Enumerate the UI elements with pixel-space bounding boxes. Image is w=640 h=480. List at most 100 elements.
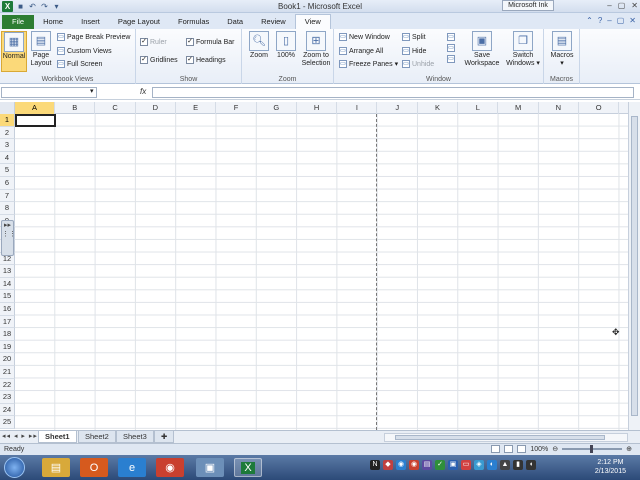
cell-grid[interactable] [15, 114, 628, 430]
workbook-close-icon[interactable]: ✕ [629, 16, 636, 25]
tray-icon-4[interactable]: ◉ [409, 460, 419, 470]
active-cell[interactable] [15, 114, 56, 127]
row-header[interactable]: 15 [0, 290, 15, 303]
file-explorer-icon[interactable]: ▤ [42, 458, 70, 477]
zoom-out-icon[interactable]: ⊖ [552, 445, 558, 453]
name-box[interactable] [1, 87, 97, 98]
tab-home[interactable]: Home [34, 15, 72, 29]
tray-icon-9[interactable]: ◈ [474, 460, 484, 470]
minimize-button[interactable]: – [607, 1, 611, 10]
switch-windows-button[interactable]: ❐ Switch Windows ▾ [504, 31, 542, 68]
column-header[interactable]: H [297, 102, 338, 114]
row-header[interactable]: 23 [0, 391, 15, 404]
minimize-ribbon-icon[interactable]: ⌃ [586, 16, 593, 25]
row-header[interactable]: 3 [0, 139, 15, 152]
workbook-minimize-icon[interactable]: – [607, 16, 611, 25]
row-header[interactable]: 22 [0, 378, 15, 392]
name-box-dropdown-icon[interactable]: ▾ [90, 87, 94, 95]
workbook-restore-icon[interactable]: ▢ [617, 16, 625, 25]
sheet-nav-buttons[interactable]: ◂◂ ◂ ▸ ▸▸ [2, 432, 38, 440]
row-header[interactable]: 19 [0, 340, 15, 354]
horizontal-scrollbar[interactable] [384, 433, 628, 442]
row-header[interactable]: 8 [0, 202, 15, 215]
split-button[interactable]: ▭ Split [402, 33, 426, 41]
tab-file[interactable]: File [2, 15, 35, 29]
reset-window-position-icon[interactable]: ▭ [447, 55, 455, 63]
zoom-level[interactable]: 100% [530, 446, 548, 453]
ink-side-handle[interactable]: ▸▸ ⋮⋮ [1, 220, 16, 256]
outlook-icon[interactable]: O [80, 458, 108, 477]
tab-data[interactable]: Data [218, 15, 252, 29]
sheet-tab-sheet1[interactable]: Sheet1 [38, 431, 77, 443]
start-button-icon[interactable] [4, 457, 25, 478]
tray-icon-2[interactable]: ◆ [383, 460, 393, 470]
row-header[interactable]: 20 [0, 353, 15, 366]
tray-icon-7[interactable]: ▣ [448, 460, 458, 470]
zoom-button[interactable]: 🔍︎ Zoom [246, 31, 272, 60]
column-header[interactable]: E [176, 102, 217, 114]
formula-bar-checkbox[interactable]: ✓ Formula Bar [186, 38, 235, 46]
row-header[interactable]: 16 [0, 303, 15, 316]
page-layout-status-icon[interactable] [504, 445, 514, 453]
column-header[interactable]: N [539, 102, 579, 114]
tray-icon-5[interactable]: ▤ [422, 460, 432, 470]
insert-function-button[interactable]: fx [140, 87, 146, 96]
column-header[interactable]: K [418, 102, 458, 114]
column-header[interactable]: J [378, 102, 418, 114]
internet-explorer-icon[interactable]: e [118, 458, 146, 477]
tab-formulas[interactable]: Formulas [169, 15, 218, 29]
column-header[interactable]: F [217, 102, 257, 114]
sheet-tab-sheet3[interactable]: Sheet3 [116, 431, 154, 443]
full-screen-button[interactable]: ▭ Full Screen [57, 60, 102, 68]
zoom-slider[interactable] [562, 445, 623, 453]
column-header[interactable]: B [55, 102, 96, 114]
chrome-icon[interactable]: ◉ [156, 458, 184, 477]
custom-views-button[interactable]: ▭ Custom Views [57, 47, 112, 55]
arrange-all-button[interactable]: ▭ Arrange All [339, 47, 383, 55]
column-header[interactable]: A [15, 102, 55, 114]
tray-icon-1[interactable]: N [370, 460, 380, 470]
page-break-status-icon[interactable] [517, 445, 527, 453]
insert-sheet-icon[interactable]: ✚ [154, 431, 175, 443]
synchronous-scrolling-icon[interactable]: ▭ [447, 44, 455, 52]
tab-page-layout[interactable]: Page Layout [109, 15, 169, 29]
page-break-preview-button[interactable]: ▭ Page Break Preview [57, 33, 130, 41]
tray-icon-6[interactable]: ✓ [435, 460, 445, 470]
tray-icon-10[interactable]: ◐ [487, 460, 497, 470]
normal-view-status-icon[interactable] [491, 445, 501, 453]
page-layout-view-button[interactable]: ▤ Page Layout [29, 31, 53, 68]
row-header[interactable]: 2 [0, 126, 15, 140]
volume-icon[interactable]: ◖ [526, 460, 536, 470]
row-header[interactable]: 25 [0, 416, 15, 429]
tab-insert[interactable]: Insert [72, 15, 109, 29]
tab-view[interactable]: View [294, 14, 331, 29]
close-button[interactable]: ✕ [631, 1, 638, 10]
column-header[interactable]: M [499, 102, 539, 114]
row-header[interactable]: 4 [0, 151, 15, 165]
column-header[interactable]: D [136, 102, 176, 114]
zoom-in-icon[interactable]: ⊕ [626, 445, 632, 453]
row-header[interactable]: 13 [0, 265, 15, 278]
row-header[interactable]: 21 [0, 366, 15, 379]
column-header[interactable]: L [458, 102, 499, 114]
row-header[interactable]: 6 [0, 177, 15, 190]
save-workspace-button[interactable]: ▣ Save Workspace [464, 31, 500, 68]
row-header[interactable]: 18 [0, 328, 15, 341]
zoom-to-selection-button[interactable]: ⊞ Zoom to Selection [300, 31, 332, 68]
new-window-button[interactable]: ▭ New Window [339, 33, 390, 41]
unhide-button[interactable]: ▭ Unhide [402, 60, 434, 68]
row-header[interactable]: 17 [0, 315, 15, 329]
horizontal-scroll-thumb[interactable] [395, 435, 605, 440]
vertical-scroll-thumb[interactable] [631, 116, 638, 416]
gridlines-checkbox[interactable]: ✓ Gridlines [140, 56, 178, 64]
macros-button[interactable]: ▤ Macros ▾ [548, 31, 576, 68]
row-header[interactable]: 24 [0, 403, 15, 417]
tab-review[interactable]: Review [252, 15, 295, 29]
taskbar-clock[interactable]: 2:12 PM 2/13/2015 [595, 458, 626, 476]
ruler-checkbox[interactable]: ✓ Ruler [140, 38, 167, 46]
row-header[interactable]: 7 [0, 189, 15, 203]
row-header[interactable]: 14 [0, 277, 15, 291]
help-icon[interactable]: ? [598, 16, 602, 25]
app-icon[interactable]: ▣ [196, 458, 224, 477]
formula-input[interactable] [152, 87, 634, 98]
